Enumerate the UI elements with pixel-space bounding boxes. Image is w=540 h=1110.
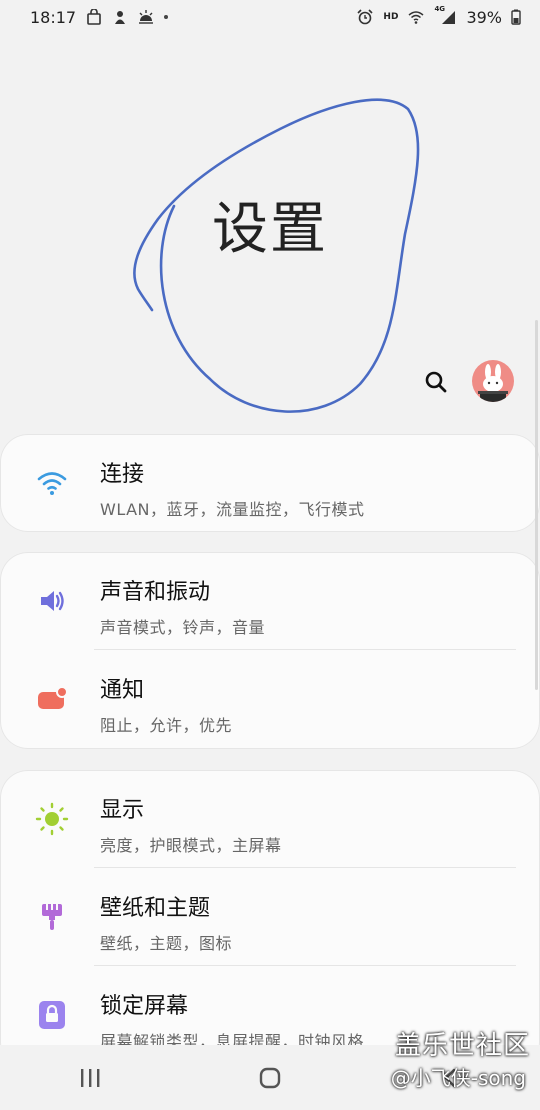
scrollbar[interactable]	[535, 320, 538, 690]
wifi-status-icon	[408, 9, 424, 25]
settings-item-notifications[interactable]: 通知 阻止，允许，优先	[0, 650, 540, 748]
settings-item-sound[interactable]: 声音和振动 声音模式，铃声，音量	[0, 552, 540, 650]
weather-icon	[138, 9, 154, 25]
item-title: 连接	[100, 462, 145, 487]
settings-item-display[interactable]: 显示 亮度，护眼模式，主屏幕	[0, 770, 540, 868]
recent-apps-button[interactable]	[60, 1058, 120, 1098]
item-subtitle: 声音模式，铃声，音量	[100, 618, 266, 637]
settings-item-wallpaper[interactable]: 壁纸和主题 壁纸，主题，图标	[0, 868, 540, 966]
battery-icon	[508, 9, 524, 25]
recent-apps-icon	[81, 1068, 100, 1087]
display-texts: 显示 亮度，护眼模式，主屏幕	[100, 792, 520, 856]
home-icon	[259, 1067, 281, 1088]
item-title: 锁定屏幕	[100, 994, 189, 1019]
item-title: 壁纸和主题	[100, 896, 211, 921]
status-left: 18:17	[30, 7, 169, 27]
app-notification-icon	[112, 9, 128, 25]
sound-texts: 声音和振动 声音模式，铃声，音量	[100, 574, 520, 638]
rabbit-avatar-icon	[478, 364, 508, 402]
watermark-author: @小飞侠-song	[390, 1066, 526, 1090]
status-right: HD 4G 39%	[357, 5, 524, 27]
item-subtitle: WLAN，蓝牙，流量监控，飞行模式	[100, 500, 365, 519]
paintbrush-icon	[34, 899, 70, 935]
item-subtitle: 亮度，护眼模式，主屏幕	[100, 836, 282, 855]
notifications-texts: 通知 阻止，允许，优先	[100, 672, 520, 736]
wifi-icon	[34, 465, 70, 501]
item-title: 通知	[100, 678, 145, 703]
battery-status: 39%	[466, 8, 524, 27]
brightness-icon	[34, 801, 70, 837]
home-button[interactable]	[240, 1058, 300, 1098]
connections-texts: 连接 WLAN，蓝牙，流量监控，飞行模式	[100, 456, 520, 520]
item-subtitle: 壁纸，主题，图标	[100, 934, 233, 953]
item-title: 声音和振动	[100, 580, 211, 605]
cellular-signal-icon: 4G	[434, 5, 456, 25]
watermark-community: 盖乐世社区	[394, 1031, 530, 1061]
item-title: 显示	[100, 798, 145, 823]
shopping-bag-icon	[86, 9, 102, 25]
notification-icon	[34, 681, 70, 717]
speaker-icon	[34, 583, 70, 619]
settings-header: 设置	[0, 34, 540, 424]
item-subtitle: 阻止，允许，优先	[100, 716, 233, 735]
battery-percent: 39%	[466, 7, 502, 27]
status-bar: 18:17 HD 4G 39%	[0, 0, 540, 34]
lock-icon	[34, 997, 70, 1033]
wallpaper-texts: 壁纸和主题 壁纸，主题，图标	[100, 890, 520, 954]
card-connections: 连接 WLAN，蓝牙，流量监控，飞行模式	[0, 434, 540, 532]
page-title: 设置	[212, 197, 328, 262]
search-icon	[425, 371, 447, 393]
card-sound-notifications: 声音和振动 声音模式，铃声，音量 通知 阻止，允许，优先	[0, 552, 540, 749]
alarm-icon	[357, 9, 373, 25]
settings-item-connections[interactable]: 连接 WLAN，蓝牙，流量监控，飞行模式	[0, 434, 540, 532]
hd-indicator: HD	[383, 12, 399, 22]
more-notifications-dot	[164, 15, 169, 19]
search-button[interactable]	[418, 364, 454, 400]
avatar[interactable]	[472, 360, 514, 402]
status-time: 18:17	[30, 7, 77, 27]
